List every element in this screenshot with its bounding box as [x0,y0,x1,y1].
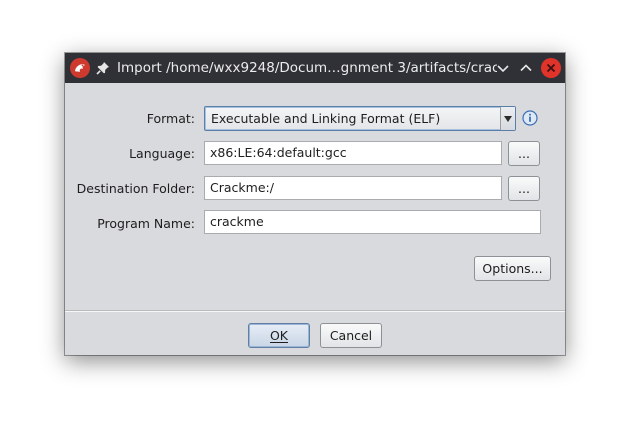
destination-folder-field[interactable]: Crackme:/ [204,176,502,200]
language-label: Language: [129,146,195,161]
program-name-field[interactable]: crackme [204,210,541,234]
language-field[interactable]: x86:LE:64:default:gcc [204,141,502,165]
format-selected-value: Executable and Linking Format (ELF) [211,111,441,126]
close-icon[interactable] [541,58,561,78]
chevron-up-icon[interactable] [518,60,534,76]
import-dialog: Import /home/wxx9248/Docum…gnment 3/arti… [65,53,565,355]
cancel-button-label: Cancel [329,328,373,343]
options-button[interactable]: Options... [474,256,551,281]
program-name-label: Program Name: [97,216,195,231]
pin-icon[interactable] [95,60,111,76]
window-title: Import /home/wxx9248/Docum…gnment 3/arti… [117,60,497,76]
title-bar[interactable]: Import /home/wxx9248/Docum…gnment 3/arti… [65,53,565,83]
language-browse-button[interactable]: ... [508,141,540,166]
chevron-down-icon[interactable] [495,60,511,76]
format-select[interactable]: Executable and Linking Format (ELF) [204,106,516,131]
cancel-button[interactable]: Cancel [320,323,382,348]
destination-folder-label: Destination Folder: [76,181,195,196]
dragon-icon [70,58,90,78]
destination-browse-button[interactable]: ... [508,176,540,201]
separator [65,310,565,312]
ok-button-label: OK [269,328,289,343]
info-icon[interactable] [522,110,538,126]
format-label: Format: [146,111,195,126]
dropdown-arrow-icon[interactable] [500,107,515,130]
ok-button[interactable]: OK [248,323,310,348]
